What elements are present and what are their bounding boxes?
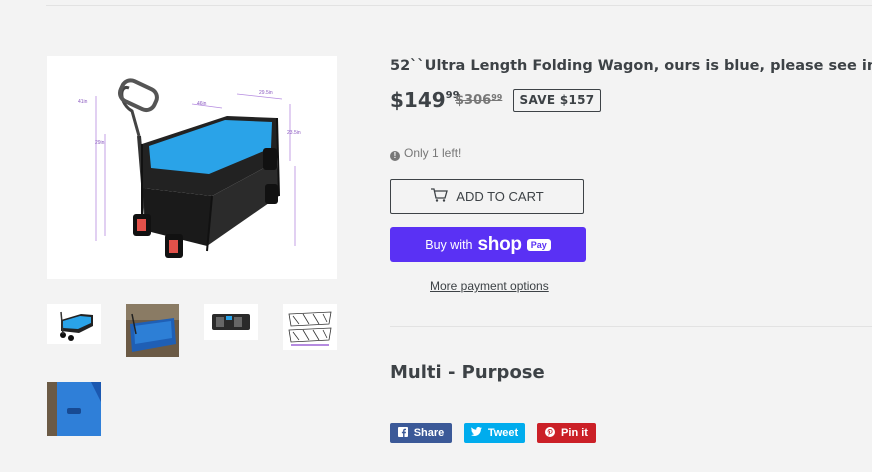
facebook-share-button[interactable]: Share <box>390 423 452 443</box>
dimension-label: 46in <box>197 101 207 107</box>
save-badge: SAVE $157 <box>513 89 601 112</box>
add-to-cart-button[interactable]: ADD TO CART <box>390 179 584 214</box>
compare-main: $306 <box>455 93 492 108</box>
pinterest-icon <box>545 426 556 440</box>
twitter-tweet-label: Tweet <box>487 427 519 439</box>
shop-logo: shop <box>477 233 522 255</box>
shop-pay-badge: Pay <box>526 238 551 251</box>
product-thumbnail[interactable] <box>283 304 337 350</box>
cart-icon <box>430 188 449 205</box>
pinterest-pin-button[interactable]: Pin it <box>537 423 596 443</box>
info-icon: ! <box>390 151 400 161</box>
twitter-tweet-button[interactable]: Tweet <box>464 423 525 443</box>
product-thumbnail[interactable] <box>126 304 179 357</box>
add-to-cart-label: ADD TO CART <box>456 189 544 204</box>
header-divider <box>46 5 872 6</box>
product-thumbnail[interactable] <box>47 304 101 344</box>
dimension-label: 41in <box>78 99 88 105</box>
facebook-share-label: Share <box>413 427 445 439</box>
stock-notice: ! Only 1 left! <box>390 146 461 161</box>
product-main-image[interactable]: 41in 46in 29.5in 29in 23.5in 53in <box>47 56 337 279</box>
product-title: 52``Ultra Length Folding Wagon, ours is … <box>390 58 872 74</box>
pinterest-pin-label: Pin it <box>561 427 588 439</box>
dimension-label: 23.5in <box>287 130 301 136</box>
compare-cents: 99 <box>491 93 503 102</box>
twitter-icon <box>470 427 482 439</box>
price-main: $149 <box>390 88 446 112</box>
compare-at-price: $30699 <box>455 93 502 108</box>
stock-text: Only 1 left! <box>404 146 462 160</box>
product-thumbnail[interactable] <box>204 304 258 340</box>
description-heading: Multi - Purpose <box>390 362 545 383</box>
shop-pay-button[interactable]: Buy with shop Pay <box>390 227 586 262</box>
dimension-label: 29.5in <box>259 90 273 96</box>
section-divider <box>390 326 872 327</box>
buy-with-label: Buy with <box>425 237 473 252</box>
product-price: $14999 <box>390 88 460 112</box>
facebook-icon <box>397 426 408 440</box>
more-payment-options-link[interactable]: More payment options <box>430 279 549 293</box>
product-thumbnail[interactable] <box>47 382 101 436</box>
dimension-label: 29in <box>95 140 105 146</box>
